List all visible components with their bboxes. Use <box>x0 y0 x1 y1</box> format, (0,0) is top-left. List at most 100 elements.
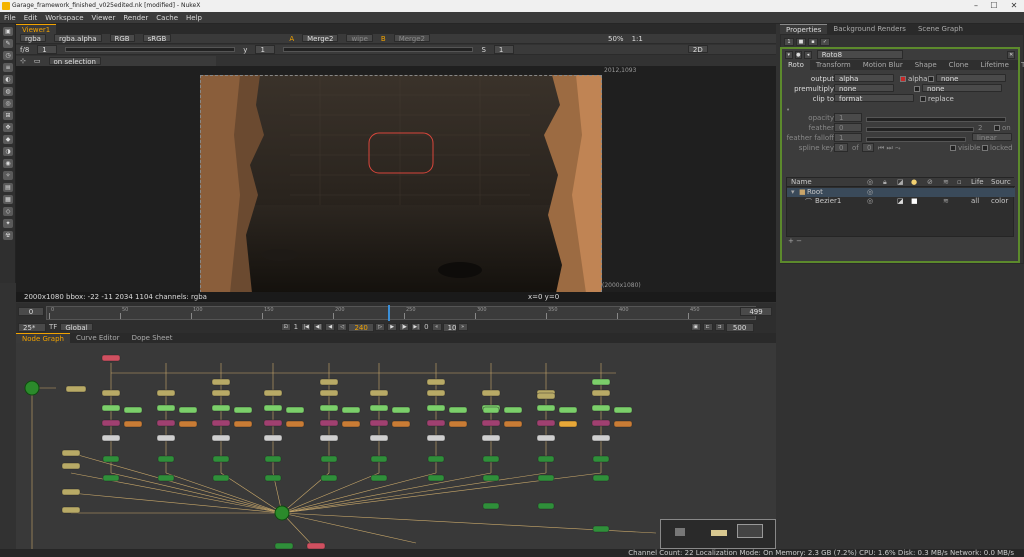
opacity-slider[interactable] <box>866 117 1006 122</box>
shuffle-node[interactable] <box>427 474 445 482</box>
range-in-icon[interactable]: ⊏ <box>702 323 713 331</box>
range-out-icon[interactable]: ⊐ <box>714 323 725 331</box>
output-none-check[interactable] <box>928 76 934 82</box>
tree-header-source[interactable]: Sourc <box>991 178 1011 186</box>
merge-node[interactable] <box>178 420 198 428</box>
tree-header-name[interactable]: Name <box>791 178 812 186</box>
ratio-value[interactable]: 1:1 <box>628 34 647 44</box>
menu-cache[interactable]: Cache <box>152 12 182 24</box>
merge-node[interactable] <box>448 420 468 428</box>
tab-transform[interactable]: Transform <box>810 60 857 70</box>
read-node[interactable] <box>65 385 87 393</box>
fps-select[interactable]: 25* <box>18 322 46 332</box>
prev-frame-icon[interactable]: ◀ <box>325 323 336 331</box>
shuffle-node[interactable] <box>320 474 338 482</box>
shuffle-node[interactable] <box>427 455 445 463</box>
shuffle-node[interactable] <box>102 455 120 463</box>
shuffle-node[interactable] <box>212 474 230 482</box>
node-name-field[interactable]: Roto8 <box>816 50 904 59</box>
read-node[interactable] <box>61 488 81 496</box>
feather-falloff-slider[interactable] <box>866 137 966 142</box>
wipe-select[interactable]: wipe <box>346 33 373 43</box>
locked-check[interactable] <box>982 145 988 151</box>
shuffle-node[interactable] <box>320 455 338 463</box>
zoom-value[interactable]: 50% <box>604 34 628 44</box>
view-mode-select[interactable]: 2D <box>687 44 708 54</box>
shuffle-node[interactable] <box>537 502 555 510</box>
keyer-icon[interactable]: ◎ <box>3 99 13 108</box>
merge-icon[interactable]: ⊞ <box>3 111 13 120</box>
views-icon[interactable]: ◑ <box>3 147 13 156</box>
grade-node[interactable] <box>426 404 446 412</box>
close-button[interactable]: ✕ <box>1006 0 1022 12</box>
tab-scene-graph[interactable]: Scene Graph <box>912 24 969 34</box>
gain-slider[interactable] <box>65 46 236 52</box>
playhead[interactable] <box>388 305 390 321</box>
falloff-type-select[interactable]: linear <box>972 133 1012 142</box>
shuffle-node[interactable] <box>482 474 500 482</box>
timeline-ruler[interactable]: 0 50 100 150 200 250 300 350 400 450 <box>46 305 756 321</box>
grade-node[interactable] <box>482 406 500 414</box>
node-graph-canvas[interactable] <box>16 343 776 549</box>
merge-node[interactable] <box>285 420 305 428</box>
read-node[interactable] <box>426 389 446 397</box>
viewer-canvas[interactable]: 2012,1093 (2000x1080) <box>16 66 776 293</box>
tab-roto[interactable]: Roto <box>782 60 810 70</box>
color-icon[interactable]: ◐ <box>3 75 13 84</box>
roto-node[interactable] <box>319 419 339 427</box>
shuffle-node[interactable] <box>102 474 120 482</box>
merge-node[interactable] <box>558 420 578 428</box>
toolsets-icon[interactable]: ▦ <box>3 195 13 204</box>
dot-node[interactable] <box>274 505 290 521</box>
gamma-slider[interactable] <box>283 46 474 52</box>
grade-node[interactable] <box>558 406 578 414</box>
add-icon[interactable]: + <box>788 237 794 245</box>
grade-node[interactable] <box>369 404 389 412</box>
shuffle-node[interactable] <box>264 474 282 482</box>
read-node[interactable] <box>61 506 81 514</box>
read-node[interactable] <box>369 389 389 397</box>
read-node[interactable] <box>101 389 121 397</box>
gain-field[interactable]: 1 <box>37 44 58 54</box>
tree-header-life[interactable]: Life <box>971 178 984 186</box>
open-icon[interactable]: ▣ <box>3 27 13 36</box>
grade-node[interactable] <box>285 406 305 414</box>
read-node[interactable] <box>319 389 339 397</box>
current-frame-field[interactable]: 240 <box>348 322 375 332</box>
read-node[interactable] <box>61 449 81 457</box>
clip-to-select[interactable]: format <box>834 94 914 103</box>
menu-viewer[interactable]: Viewer <box>88 12 120 24</box>
grade-node[interactable] <box>211 404 231 412</box>
3d-icon[interactable]: ◆ <box>3 135 13 144</box>
output-alpha-check[interactable] <box>900 76 906 82</box>
read-node[interactable] <box>426 378 446 386</box>
read-node[interactable] <box>211 389 231 397</box>
skip-forward-icon[interactable]: » <box>457 323 468 331</box>
tf-label[interactable]: TF <box>46 323 60 331</box>
prev-key-icon[interactable]: ◀| <box>313 323 324 331</box>
first-frame-icon[interactable]: |◀ <box>301 323 312 331</box>
lut-select[interactable]: sRGB <box>142 33 172 43</box>
tree-row[interactable]: ⌒ Bezier1 ◎ ◪ ■ ≋ all color <box>787 197 1015 206</box>
feather-on-check[interactable] <box>994 125 1000 131</box>
pin-icon[interactable]: ✓ <box>820 37 830 46</box>
roto-node[interactable] <box>263 419 283 427</box>
shuffle-node[interactable] <box>370 455 388 463</box>
bezier-blend-icon[interactable]: ◪ <box>897 197 904 205</box>
close-node-icon[interactable]: ✕ <box>1007 50 1015 59</box>
channel-set-select[interactable]: rgba <box>20 33 46 43</box>
node-graph-minimap[interactable] <box>660 519 776 549</box>
feather-field[interactable]: 0 <box>834 123 862 132</box>
switch-node[interactable] <box>591 434 611 442</box>
shuffle-node[interactable] <box>157 455 175 463</box>
read-node[interactable] <box>211 378 231 386</box>
shuffle-node[interactable] <box>592 455 610 463</box>
read-node[interactable] <box>101 354 121 362</box>
roto-node[interactable] <box>101 419 121 427</box>
float-icon[interactable]: ▪ <box>808 37 818 46</box>
overlay-select[interactable]: on selection <box>48 56 101 66</box>
guides-icon[interactable]: ▭ <box>30 57 45 65</box>
premultiply-none-select[interactable]: none <box>922 84 1002 93</box>
expand-icon[interactable]: ▾ <box>791 188 795 196</box>
display-mode-select[interactable]: RGB <box>109 33 135 43</box>
